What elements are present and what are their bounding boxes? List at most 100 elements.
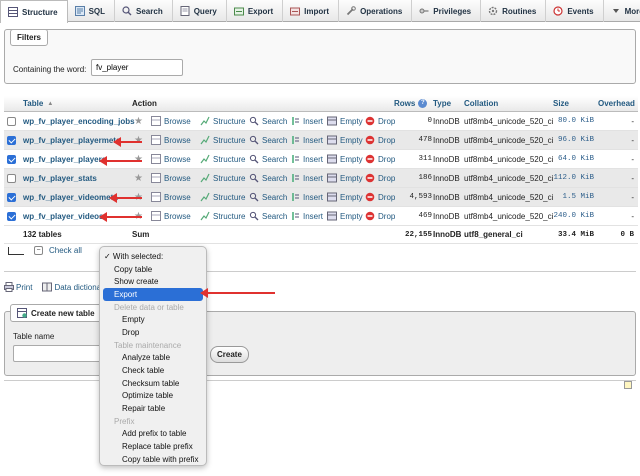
- menu-item-copy-with-prefix[interactable]: Copy table with prefix: [100, 453, 206, 466]
- tab-structure[interactable]: Structure: [0, 0, 68, 23]
- row-checkbox[interactable]: [7, 192, 16, 202]
- empty-icon: [327, 192, 337, 202]
- row-checkbox[interactable]: [7, 173, 16, 183]
- column-header-size[interactable]: Size: [553, 96, 569, 111]
- insert-action[interactable]: Insert: [290, 150, 323, 168]
- browse-action[interactable]: Browse: [151, 207, 191, 225]
- insert-action[interactable]: Insert: [290, 112, 323, 130]
- favorite-star-icon[interactable]: ★: [134, 116, 143, 127]
- insert-action[interactable]: Insert: [290, 188, 323, 206]
- sort-by-table[interactable]: Table ▲: [23, 96, 53, 111]
- drop-action[interactable]: Drop: [365, 131, 395, 149]
- empty-action[interactable]: Empty: [327, 112, 363, 130]
- search-action[interactable]: Search: [249, 169, 287, 187]
- tab-privileges[interactable]: Privileges: [412, 0, 482, 22]
- tab-export[interactable]: Export: [227, 0, 284, 22]
- search-action[interactable]: Search: [249, 112, 287, 130]
- row-checkbox[interactable]: [7, 211, 16, 221]
- help-icon[interactable]: ?: [418, 99, 428, 108]
- structure-action[interactable]: Structure: [200, 131, 245, 149]
- structure-icon: [200, 211, 210, 221]
- favorite-star-icon[interactable]: ★: [134, 135, 143, 146]
- table-name-link[interactable]: wp_fv_player_playermeta: [23, 131, 120, 149]
- drop-action[interactable]: Drop: [365, 150, 395, 168]
- structure-action[interactable]: Structure: [200, 188, 245, 206]
- table-name-input[interactable]: [13, 345, 108, 362]
- drop-action[interactable]: Drop: [365, 188, 395, 206]
- check-all-label[interactable]: Check all: [49, 246, 82, 255]
- table-name-link[interactable]: wp_fv_player_encoding_jobs: [23, 112, 135, 130]
- row-checkbox[interactable]: [7, 154, 16, 164]
- menu-item-add-prefix[interactable]: Add prefix to table: [100, 428, 206, 441]
- search-action[interactable]: Search: [249, 150, 287, 168]
- browse-action[interactable]: Browse: [151, 112, 191, 130]
- column-header-overhead[interactable]: Overhead: [598, 96, 635, 111]
- browse-action[interactable]: Browse: [151, 188, 191, 206]
- table-name-link[interactable]: wp_fv_player_videos: [23, 207, 103, 225]
- empty-action[interactable]: Empty: [327, 207, 363, 225]
- print-link[interactable]: Print: [4, 282, 32, 292]
- table-size: 240.0 KiB: [553, 212, 594, 220]
- table-name-link[interactable]: wp_fv_player_players: [23, 150, 106, 168]
- tab-more[interactable]: More: [604, 0, 640, 22]
- empty-action[interactable]: Empty: [327, 131, 363, 149]
- search-action[interactable]: Search: [249, 131, 287, 149]
- tab-sql[interactable]: SQL: [68, 0, 116, 22]
- drop-action[interactable]: Drop: [365, 112, 395, 130]
- empty-action[interactable]: Empty: [327, 188, 363, 206]
- browse-action[interactable]: Browse: [151, 131, 191, 149]
- insert-action[interactable]: Insert: [290, 169, 323, 187]
- structure-icon: [200, 135, 210, 145]
- menu-item-analyze[interactable]: Analyze table: [100, 352, 206, 365]
- filter-input[interactable]: [91, 59, 183, 76]
- menu-item-export[interactable]: Export: [103, 288, 203, 301]
- column-header-collation[interactable]: Collation: [464, 96, 498, 111]
- structure-icon: [200, 116, 210, 126]
- sort-by-rows[interactable]: Rows ?: [394, 96, 428, 111]
- drop-action[interactable]: Drop: [365, 169, 395, 187]
- row-checkbox[interactable]: [7, 116, 16, 126]
- engine-type: InnoDB: [433, 211, 460, 221]
- row-checkbox[interactable]: [7, 135, 16, 145]
- search-action[interactable]: Search: [249, 188, 287, 206]
- structure-action[interactable]: Structure: [200, 169, 245, 187]
- check-all-checkbox[interactable]: −: [34, 246, 43, 255]
- row-count: 311: [418, 155, 432, 163]
- structure-action[interactable]: Structure: [200, 112, 245, 130]
- favorite-star-icon[interactable]: ★: [134, 154, 143, 165]
- menu-item-optimize[interactable]: Optimize table: [100, 390, 206, 403]
- menu-item-replace-prefix[interactable]: Replace table prefix: [100, 440, 206, 453]
- tab-import[interactable]: Import: [283, 0, 340, 22]
- structure-action[interactable]: Structure: [200, 150, 245, 168]
- empty-action[interactable]: Empty: [327, 150, 363, 168]
- insert-action[interactable]: Insert: [290, 207, 323, 225]
- menu-item-check[interactable]: Check table: [100, 364, 206, 377]
- menu-item-repair[interactable]: Repair table: [100, 402, 206, 415]
- table-name-link[interactable]: wp_fv_player_videometa: [23, 188, 118, 206]
- browse-action[interactable]: Browse: [151, 150, 191, 168]
- empty-action[interactable]: Empty: [327, 169, 363, 187]
- structure-action[interactable]: Structure: [200, 207, 245, 225]
- tab-operations[interactable]: Operations: [339, 0, 413, 22]
- table-name-link[interactable]: wp_fv_player_stats: [23, 169, 97, 187]
- favorite-star-icon[interactable]: ★: [134, 173, 143, 184]
- insert-action[interactable]: Insert: [290, 131, 323, 149]
- tab-events[interactable]: Events: [546, 0, 604, 22]
- tab-search[interactable]: Search: [115, 0, 173, 22]
- tab-query[interactable]: Query: [173, 0, 227, 22]
- menu-item-checksum[interactable]: Checksum table: [100, 377, 206, 390]
- console-icon[interactable]: [624, 381, 632, 389]
- column-header-type[interactable]: Type: [433, 96, 451, 111]
- tab-routines[interactable]: Routines: [481, 0, 547, 22]
- drop-action[interactable]: Drop: [365, 207, 395, 225]
- menu-item-empty[interactable]: Empty: [100, 313, 206, 326]
- structure-icon: [200, 154, 210, 164]
- create-button[interactable]: Create: [210, 346, 249, 363]
- data-dictionary-link[interactable]: Data dictionary: [42, 282, 108, 292]
- search-action[interactable]: Search: [249, 207, 287, 225]
- tab-label: Operations: [360, 6, 403, 16]
- menu-item-drop[interactable]: Drop: [100, 326, 206, 339]
- menu-item-show-create[interactable]: Show create: [100, 275, 206, 288]
- menu-item-copy-table[interactable]: Copy table: [100, 263, 206, 276]
- browse-action[interactable]: Browse: [151, 169, 191, 187]
